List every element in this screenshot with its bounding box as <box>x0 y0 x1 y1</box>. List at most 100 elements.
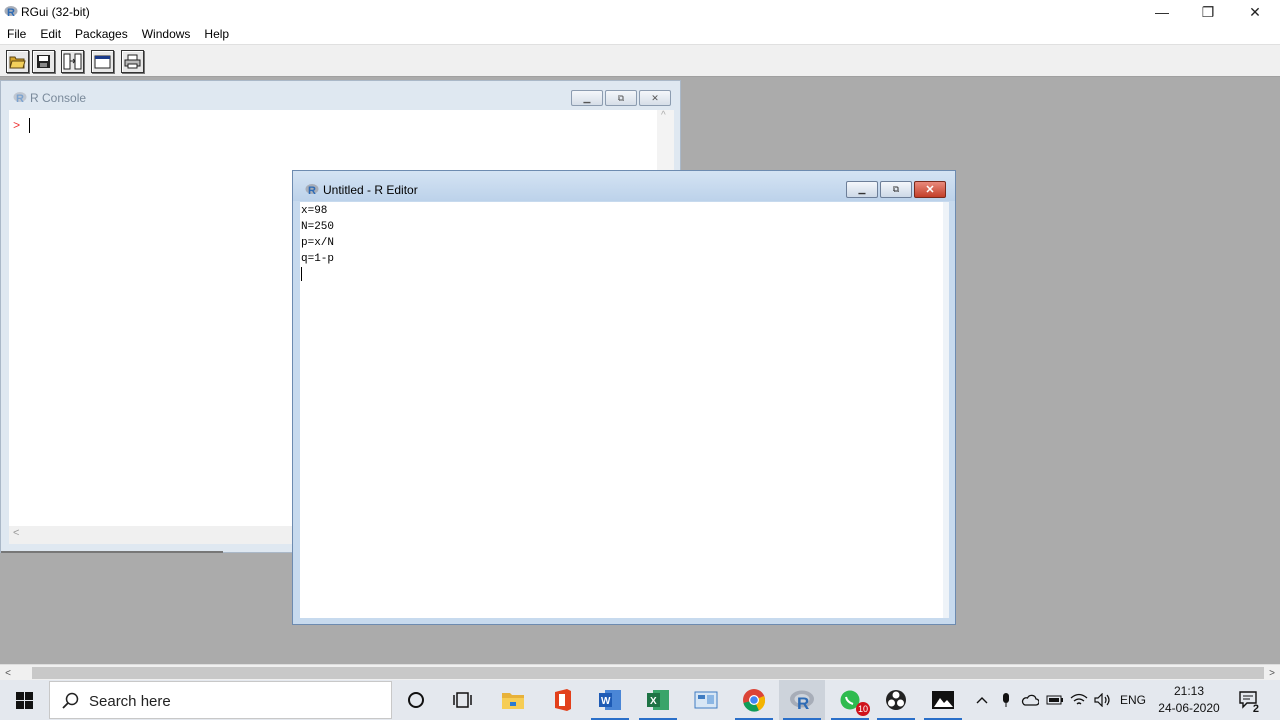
toolbar <box>0 44 1280 77</box>
r-gui-icon: R <box>790 690 814 711</box>
close-icon: ✕ <box>925 184 935 196</box>
copy-paste-icon <box>63 53 82 70</box>
taskbar-r-gui[interactable]: R <box>779 680 825 720</box>
notification-count: 2 <box>1252 703 1259 715</box>
r-logo-icon: R <box>13 92 27 104</box>
open-script-button[interactable] <box>6 50 29 73</box>
taskbar-photos[interactable] <box>920 680 966 720</box>
taskbar-file-explorer[interactable] <box>490 680 536 720</box>
taskbar-control-panel[interactable] <box>683 680 729 720</box>
console-window-icon <box>94 55 111 68</box>
taskbar-excel[interactable]: X <box>635 680 681 720</box>
windows-logo-icon <box>15 691 33 709</box>
console-titlebar[interactable]: R R Console ▁ ⧉ ✕ <box>1 81 680 109</box>
main-horizontal-scrollbar[interactable]: < > <box>0 664 1280 680</box>
editor-code: x=98 N=250 p=x/N q=1-p <box>301 203 334 267</box>
tray-wifi[interactable] <box>1068 680 1090 720</box>
tray-volume[interactable] <box>1092 680 1114 720</box>
restore-icon: ❐ <box>1201 3 1215 20</box>
print-button[interactable] <box>121 50 144 73</box>
tray-onedrive[interactable] <box>1019 680 1041 720</box>
console-minimize-button[interactable]: ▁ <box>571 90 603 106</box>
taskbar-search-box[interactable]: Search here <box>49 681 392 719</box>
excel-icon: X <box>647 690 669 710</box>
copy-paste-button[interactable] <box>61 50 84 73</box>
app-titlebar: R RGui (32-bit) — ❐ ✕ <box>0 0 1280 24</box>
save-button[interactable] <box>32 50 55 73</box>
editor-scroll-strip <box>943 202 949 618</box>
start-button[interactable] <box>0 680 48 720</box>
menu-edit[interactable]: Edit <box>33 24 68 44</box>
code-line: x=98 <box>301 205 328 217</box>
taskbar-chrome[interactable] <box>731 680 777 720</box>
editor-title: Untitled - R Editor <box>323 183 418 197</box>
tray-microphone[interactable] <box>996 680 1016 720</box>
app-title: RGui (32-bit) <box>21 5 90 19</box>
close-icon: ✕ <box>651 92 659 103</box>
close-icon: ✕ <box>1249 3 1261 20</box>
office-icon <box>555 689 571 711</box>
action-center-button[interactable]: 2 <box>1232 680 1266 720</box>
svg-text:R: R <box>16 93 24 104</box>
chevron-up-icon <box>976 697 988 704</box>
console-prompt: > <box>13 119 21 133</box>
menu-help[interactable]: Help <box>197 24 236 44</box>
menu-file[interactable]: File <box>0 24 33 44</box>
app-minimize-button[interactable]: — <box>1139 0 1185 24</box>
minimize-icon: — <box>1155 4 1169 20</box>
console-title: R Console <box>30 91 87 105</box>
tray-battery[interactable] <box>1044 680 1066 720</box>
search-icon <box>62 692 79 709</box>
svg-text:W: W <box>601 696 611 707</box>
taskbar-whatsapp[interactable]: 10 <box>827 680 873 720</box>
task-view-icon <box>453 692 472 708</box>
console-close-button[interactable]: ✕ <box>639 90 671 106</box>
r-editor-window[interactable]: R Untitled - R Editor ▁ ⧉ ✕ x=98 N=250 p… <box>292 170 956 625</box>
console-window-button[interactable] <box>91 50 114 73</box>
scroll-left-icon[interactable]: < <box>0 665 16 681</box>
scroll-right-icon[interactable]: > <box>1264 665 1280 681</box>
microphone-icon <box>1003 693 1009 707</box>
taskbar-office[interactable] <box>539 680 585 720</box>
editor-text-area[interactable]: x=98 N=250 p=x/N q=1-p <box>300 202 949 618</box>
restore-icon: ⧉ <box>617 92 625 103</box>
taskbar-task-view[interactable] <box>440 680 486 720</box>
code-line: p=x/N <box>301 237 335 249</box>
word-icon: W <box>599 690 621 710</box>
console-bottom-edge <box>1 544 223 553</box>
tray-overflow-button[interactable] <box>972 680 992 720</box>
wifi-icon <box>1070 693 1088 705</box>
editor-close-button[interactable]: ✕ <box>914 181 946 198</box>
scroll-left-icon[interactable]: < <box>13 527 19 539</box>
clock-date: 24-06-2020 <box>1158 701 1220 715</box>
taskbar-clock[interactable]: 21:13 24-06-2020 <box>1150 683 1228 717</box>
minimize-icon: ▁ <box>583 92 591 103</box>
svg-text:R: R <box>797 694 809 711</box>
taskbar-word[interactable]: W <box>587 680 633 720</box>
app-close-button[interactable]: ✕ <box>1232 0 1278 24</box>
menu-windows[interactable]: Windows <box>135 24 198 44</box>
menu-packages[interactable]: Packages <box>68 24 135 44</box>
tray-language[interactable]: ENG <box>1118 680 1148 720</box>
volume-icon <box>1094 693 1110 707</box>
console-restore-button[interactable]: ⧉ <box>605 90 637 106</box>
editor-titlebar[interactable]: R Untitled - R Editor ▁ ⧉ ✕ <box>293 171 955 201</box>
editor-minimize-button[interactable]: ▁ <box>846 181 878 198</box>
taskbar-cortana[interactable] <box>393 680 439 720</box>
taskbar-obs[interactable] <box>873 680 919 720</box>
svg-text:X: X <box>650 696 657 707</box>
code-line: N=250 <box>301 221 335 233</box>
app-restore-button[interactable]: ❐ <box>1185 0 1231 24</box>
code-line: q=1-p <box>301 253 335 265</box>
cloud-icon <box>1021 694 1039 706</box>
photos-icon <box>932 691 954 709</box>
minimize-icon: ▁ <box>858 184 866 194</box>
editor-restore-button[interactable]: ⧉ <box>880 181 912 198</box>
cortana-icon <box>408 692 424 708</box>
search-placeholder: Search here <box>89 693 171 710</box>
battery-icon <box>1046 695 1063 705</box>
scrollbar-thumb[interactable] <box>32 667 1264 679</box>
chrome-icon <box>743 689 766 712</box>
scroll-up-icon[interactable]: ^ <box>661 110 666 121</box>
menu-bar: File Edit Packages Windows Help <box>0 24 1280 44</box>
